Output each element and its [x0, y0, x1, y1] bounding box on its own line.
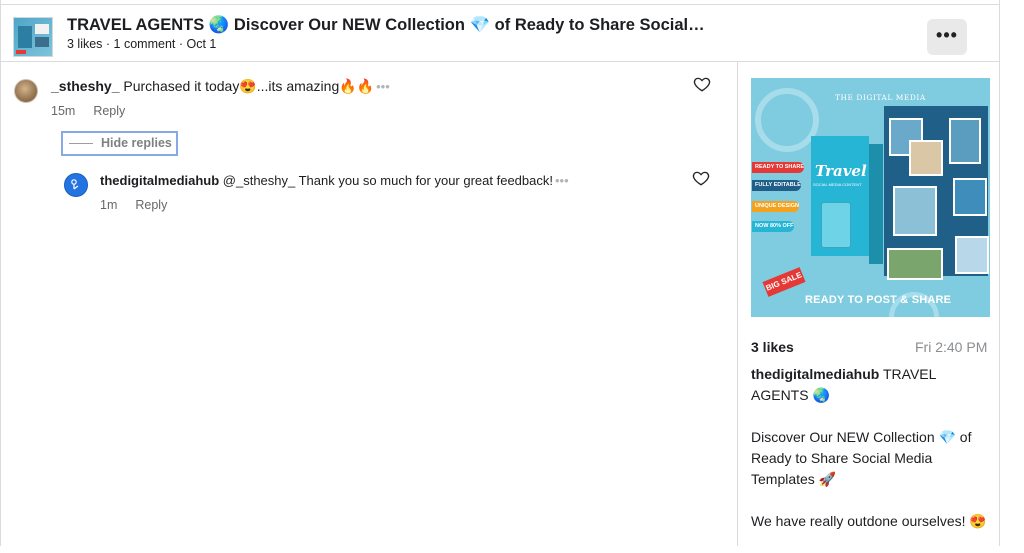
image-photo — [953, 178, 987, 216]
avatar[interactable] — [14, 79, 38, 103]
image-box-side — [869, 144, 883, 264]
suitcase-icon — [821, 202, 851, 248]
image-headline: Travel — [815, 162, 867, 180]
post-meta: 3 likes · 1 comment · Oct 1 — [67, 37, 217, 51]
image-pill: READY TO SHARE — [752, 162, 805, 173]
dash-icon — [69, 143, 93, 145]
comment-username[interactable]: _stheshy_ — [51, 78, 119, 94]
image-photo — [893, 186, 937, 236]
hide-replies-label: Hide replies — [101, 136, 172, 150]
post-header: TRAVEL AGENTS 🌏 Discover Our NEW Collect… — [0, 4, 1000, 62]
reply-button[interactable]: Reply — [93, 104, 125, 118]
post-thumbnail[interactable] — [13, 17, 53, 57]
comment-time: 15m — [51, 104, 76, 118]
reply-text: thedigitalmediahub @_stheshy_ Thank you … — [100, 173, 569, 188]
comment-text: _stheshy_ Purchased it today😍...its amaz… — [51, 78, 390, 95]
brand-logo-icon — [71, 179, 79, 190]
image-photo — [887, 248, 943, 280]
likes-count[interactable]: 3 likes — [751, 339, 794, 355]
image-brand-text: THE DIGITAL MEDIA — [835, 93, 926, 102]
caption-paragraph: Discover Our NEW Collection 💎 of Ready t… — [751, 429, 972, 487]
heart-icon[interactable] — [692, 169, 710, 187]
reply-username[interactable]: thedigitalmediahub — [100, 173, 219, 188]
image-pill: UNIQUE DESIGN — [752, 201, 800, 212]
post-image[interactable]: THE DIGITAL MEDIA Travel SOCIAL MEDIA CO… — [751, 78, 990, 317]
post-timestamp: Fri 2:40 PM — [915, 339, 988, 355]
more-options-button[interactable]: ••• — [927, 19, 967, 55]
thumbnail-shape — [16, 50, 26, 54]
post-title[interactable]: TRAVEL AGENTS 🌏 Discover Our NEW Collect… — [67, 16, 705, 35]
reply-meta: 1m Reply — [100, 198, 167, 212]
comment-options-icon[interactable]: ••• — [376, 79, 390, 94]
image-footer: READY TO POST & SHARE — [805, 294, 952, 306]
reply-button[interactable]: Reply — [135, 198, 167, 212]
page-background — [1001, 0, 1024, 546]
thumbnail-shape — [35, 37, 49, 47]
post-caption: thedigitalmediahub TRAVEL AGENTS 🌏 Disco… — [751, 364, 991, 553]
image-subline: SOCIAL MEDIA CONTENT — [813, 182, 862, 187]
heart-icon[interactable] — [693, 75, 711, 93]
sale-ribbon: BIG SALE — [762, 267, 806, 297]
caption-paragraph: We have really outdone ourselves! 😍 — [751, 513, 987, 529]
image-photo — [955, 236, 989, 274]
caption-username[interactable]: thedigitalmediahub — [751, 366, 879, 382]
thumbnail-shape — [35, 24, 49, 34]
image-photo — [909, 140, 943, 176]
hide-replies-button[interactable]: Hide replies — [61, 131, 178, 156]
decorative-circle — [755, 88, 819, 152]
comment-meta: 15m Reply — [51, 104, 125, 118]
image-photo — [949, 118, 981, 164]
reply-body: @_stheshy_ Thank you so much for your gr… — [219, 173, 553, 188]
comments-column: _stheshy_ Purchased it today😍...its amaz… — [0, 62, 738, 546]
thumbnail-shape — [18, 26, 32, 48]
reply-options-icon[interactable]: ••• — [555, 173, 569, 188]
comment-body: Purchased it today😍...its amazing🔥🔥 — [119, 78, 375, 94]
avatar[interactable] — [64, 173, 88, 197]
reply-time: 1m — [100, 198, 118, 212]
image-pill: NOW 80% OFF — [752, 221, 794, 232]
image-pill: FULLY EDITABLE — [752, 180, 801, 191]
